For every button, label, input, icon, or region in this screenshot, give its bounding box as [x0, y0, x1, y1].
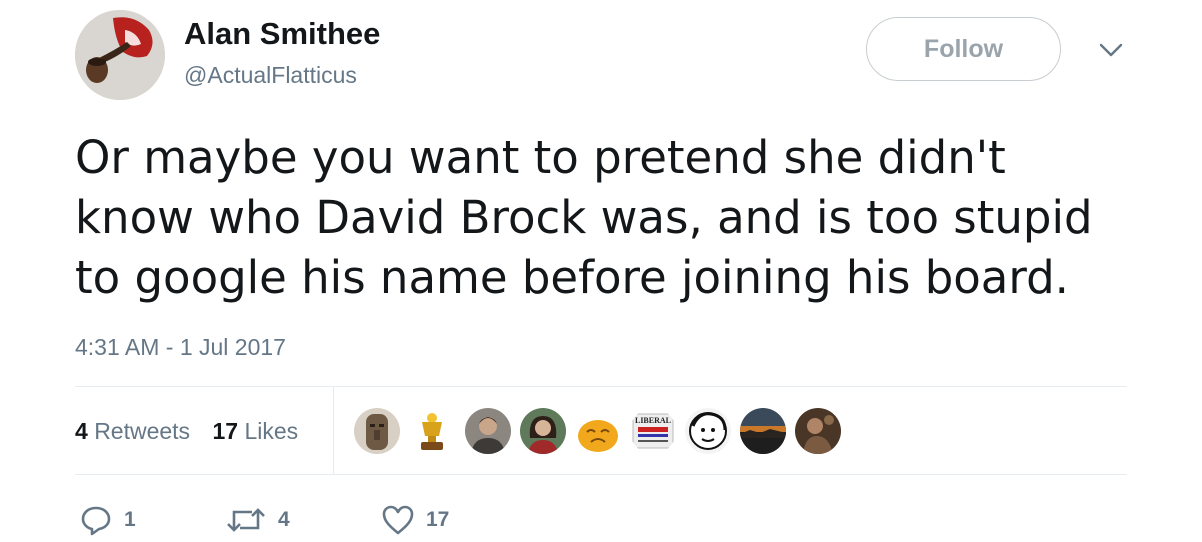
reply-icon: [81, 506, 111, 536]
man-avatar-icon: [465, 408, 511, 454]
liker-avatar[interactable]: [740, 408, 786, 454]
svg-text:LIBERAL: LIBERAL: [635, 416, 671, 425]
retweets-count: 4: [75, 418, 88, 444]
trophy-avatar-icon: [409, 408, 455, 454]
tweet-text: Or maybe you want to pretend she didn't …: [75, 128, 1155, 308]
like-count: 17: [426, 508, 450, 531]
pipe-smoker-avatar-icon: [75, 10, 165, 100]
liker-avatar[interactable]: LIBERAL: [630, 408, 676, 454]
reply-count: 1: [124, 508, 136, 531]
liker-avatar[interactable]: [520, 408, 566, 454]
divider: [75, 474, 1127, 475]
liker-avatar[interactable]: [795, 408, 841, 454]
statue-avatar-icon: [354, 408, 400, 454]
likes-count: 17: [212, 418, 239, 444]
likes-stat[interactable]: 17 Likes: [212, 418, 298, 444]
retweets-stat[interactable]: 4 Retweets: [75, 418, 190, 444]
user-handle[interactable]: @ActualFlatticus: [184, 62, 357, 89]
reply-button[interactable]: 1: [80, 502, 136, 538]
like-button[interactable]: 17: [382, 502, 449, 538]
tweet-timestamp[interactable]: 4:31 AM - 1 Jul 2017: [75, 334, 286, 361]
likes-label: Likes: [244, 418, 299, 444]
user-avatar[interactable]: [75, 10, 165, 100]
retweet-button[interactable]: 4: [226, 502, 290, 538]
user-display-name[interactable]: Alan Smithee: [184, 16, 380, 52]
tweet-stats: 4 Retweets 17 Likes: [75, 418, 314, 445]
retweet-count: 4: [278, 508, 290, 531]
liker-avatar[interactable]: [409, 408, 455, 454]
cartoon-face-avatar-icon: [575, 408, 621, 454]
liker-avatar[interactable]: [575, 408, 621, 454]
sunset-avatar-icon: [740, 408, 786, 454]
retweets-label: Retweets: [94, 418, 191, 444]
follow-button[interactable]: Follow: [866, 17, 1061, 81]
chevron-down-icon: [1099, 43, 1123, 57]
divider: [75, 386, 1127, 387]
tweet-text-line: Or maybe you want to pretend she didn't: [75, 131, 1006, 184]
tweet-text-line: to google his name before joining his bo…: [75, 251, 1069, 304]
liberal-conservative-sign-avatar-icon: LIBERAL: [630, 408, 676, 454]
tweet-text-line: know who David Brock was, and is too stu…: [75, 191, 1093, 244]
heart-icon: [382, 505, 414, 535]
sketch-face-avatar-icon: [685, 408, 731, 454]
liker-avatar[interactable]: [465, 408, 511, 454]
stats-divider: [333, 387, 334, 474]
painting-avatar-icon: [795, 408, 841, 454]
woman-avatar-icon: [520, 408, 566, 454]
liker-avatar[interactable]: [685, 408, 731, 454]
more-options-button[interactable]: [1099, 42, 1123, 58]
retweet-icon: [227, 508, 265, 532]
liker-avatar[interactable]: [354, 408, 400, 454]
